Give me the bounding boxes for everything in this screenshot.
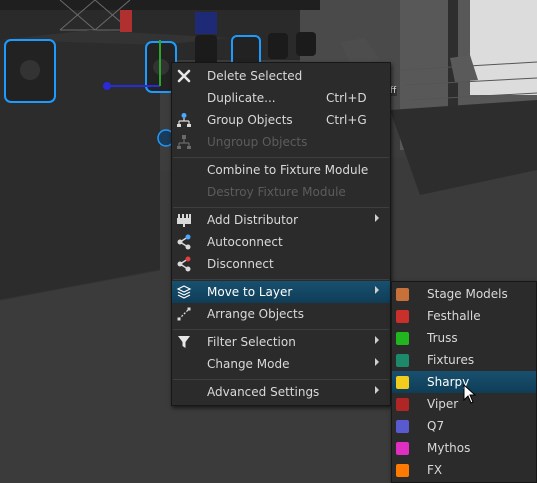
menu-item-ungroup-objects: Ungroup Objects	[172, 131, 390, 153]
menu-item-label: Add Distributor	[207, 213, 299, 227]
menu-item-label: Disconnect	[207, 257, 274, 271]
layer-item-label: FX	[427, 463, 443, 477]
autoconnect-icon	[176, 234, 192, 250]
group-icon	[176, 112, 192, 128]
menu-item-add-distributor[interactable]: Add Distributor	[172, 209, 390, 231]
layer-item-label: Fixtures	[427, 353, 475, 367]
mouse-cursor-icon	[463, 383, 477, 407]
menu-separator	[173, 329, 389, 330]
submenu-arrow-icon	[375, 214, 379, 222]
menu-item-duplicate[interactable]: Duplicate... Ctrl+D	[172, 87, 390, 109]
layer-color-swatch	[396, 354, 409, 367]
menu-item-label: Destroy Fixture Module	[207, 185, 346, 199]
menu-item-label: Duplicate...	[207, 91, 276, 105]
layer-item-label: Mythos	[427, 441, 471, 455]
menu-item-arrange-objects[interactable]: Arrange Objects	[172, 303, 390, 325]
layer-color-swatch	[396, 442, 409, 455]
layer-item-label: Viper	[427, 397, 459, 411]
layer-item-stage-models[interactable]: Stage Models	[392, 283, 536, 305]
menu-item-label: Ungroup Objects	[207, 135, 308, 149]
context-menu: Delete Selected Duplicate... Ctrl+D Grou…	[171, 62, 391, 406]
menu-item-label: Delete Selected	[207, 69, 303, 83]
ungroup-icon	[176, 134, 192, 150]
layer-item-label: Truss	[427, 331, 458, 345]
menu-item-filter-selection[interactable]: Filter Selection	[172, 331, 390, 353]
layer-color-swatch	[396, 376, 409, 389]
layer-item-fixtures[interactable]: Fixtures	[392, 349, 536, 371]
layer-color-swatch	[396, 310, 409, 323]
menu-item-destroy-fixture-module: Destroy Fixture Module	[172, 181, 390, 203]
menu-item-label: Change Mode	[207, 357, 290, 371]
layer-submenu: Stage Models Festhalle Truss Fixtures Sh…	[391, 281, 537, 483]
menu-item-label: Arrange Objects	[207, 307, 304, 321]
layer-color-swatch	[396, 420, 409, 433]
submenu-arrow-icon	[375, 358, 379, 366]
layer-item-truss[interactable]: Truss	[392, 327, 536, 349]
menu-separator	[173, 379, 389, 380]
menu-separator	[173, 157, 389, 158]
layer-color-swatch	[396, 288, 409, 301]
menu-separator	[173, 207, 389, 208]
submenu-arrow-icon	[375, 286, 379, 294]
menu-item-label: Group Objects	[207, 113, 293, 127]
x-icon	[176, 68, 192, 84]
menu-item-group-objects[interactable]: Group Objects Ctrl+G	[172, 109, 390, 131]
layer-item-q7[interactable]: Q7	[392, 415, 536, 437]
menu-item-advanced-settings[interactable]: Advanced Settings	[172, 381, 390, 403]
arrange-icon	[176, 306, 192, 322]
menu-item-label: Combine to Fixture Module	[207, 163, 369, 177]
menu-item-label: Filter Selection	[207, 335, 296, 349]
layer-item-fx[interactable]: FX	[392, 459, 536, 481]
distributor-icon	[176, 212, 192, 228]
menu-item-label: Advanced Settings	[207, 385, 320, 399]
menu-item-delete-selected[interactable]: Delete Selected	[172, 65, 390, 87]
menu-item-change-mode[interactable]: Change Mode	[172, 353, 390, 375]
menu-item-move-to-layer[interactable]: Move to Layer	[172, 281, 390, 303]
submenu-arrow-icon	[375, 336, 379, 344]
menu-separator	[173, 279, 389, 280]
menu-item-disconnect[interactable]: Disconnect	[172, 253, 390, 275]
layer-item-label: Festhalle	[427, 309, 481, 323]
layers-icon	[176, 284, 192, 300]
menu-item-autoconnect[interactable]: Autoconnect	[172, 231, 390, 253]
layer-item-mythos[interactable]: Mythos	[392, 437, 536, 459]
menu-item-label: Move to Layer	[207, 285, 293, 299]
menu-item-label: Autoconnect	[207, 235, 283, 249]
submenu-arrow-icon	[375, 386, 379, 394]
menu-item-shortcut: Ctrl+D	[326, 91, 367, 105]
layer-item-label: Stage Models	[427, 287, 508, 301]
layer-color-swatch	[396, 332, 409, 345]
filter-icon	[176, 334, 192, 350]
layer-color-swatch	[396, 398, 409, 411]
layer-item-label: Q7	[427, 419, 445, 433]
layer-color-swatch	[396, 464, 409, 477]
disconnect-icon	[176, 256, 192, 272]
menu-item-combine-fixture-module[interactable]: Combine to Fixture Module	[172, 159, 390, 181]
layer-item-festhalle[interactable]: Festhalle	[392, 305, 536, 327]
menu-item-shortcut: Ctrl+G	[326, 113, 367, 127]
